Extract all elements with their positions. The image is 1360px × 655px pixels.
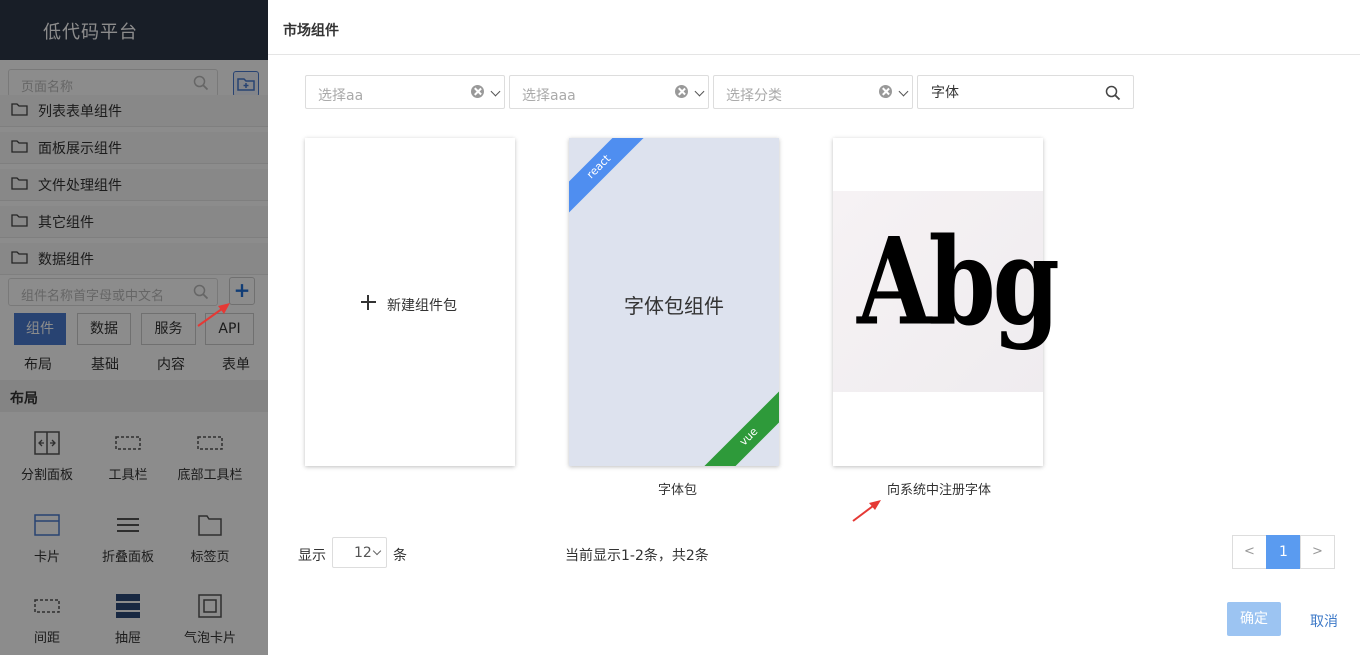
react-ribbon: react [569, 138, 660, 228]
keyword-search[interactable] [917, 75, 1134, 109]
font-preview-text: Abg [857, 211, 1060, 353]
chevron-down-icon [372, 546, 382, 556]
card-caption: 字体包 [658, 483, 698, 498]
dialog-header: 市场组件 [268, 0, 1360, 55]
show-label: 显示 [298, 548, 326, 564]
page-size-select[interactable]: 12 [332, 537, 387, 568]
clear-icon[interactable] [879, 85, 892, 98]
filter-select-aaa[interactable]: 选择aaa [509, 75, 709, 109]
unit-label: 条 [393, 548, 407, 564]
market-components-dialog: 市场组件 选择aa 选择aaa 选择分类 新建组件包 react 字体包组件 v… [268, 0, 1360, 655]
clear-icon[interactable] [471, 85, 484, 98]
page-size-value: 12 [354, 545, 372, 561]
plus-icon [361, 295, 376, 310]
clear-icon[interactable] [675, 85, 688, 98]
page-1-button[interactable]: 1 [1266, 535, 1301, 569]
filter-select-aa[interactable]: 选择aa [305, 75, 505, 109]
chevron-down-icon [694, 86, 705, 97]
annotation-arrow-icon [197, 303, 230, 327]
filter-select-category[interactable]: 选择分类 [713, 75, 913, 109]
vue-ribbon: vue [688, 376, 779, 466]
cancel-button[interactable]: 取消 [1310, 611, 1338, 631]
chevron-down-icon [490, 86, 501, 97]
font-package-card[interactable]: react 字体包组件 vue [569, 138, 779, 466]
dialog-title: 市场组件 [283, 23, 339, 39]
register-font-card[interactable]: Abg [833, 138, 1060, 466]
prev-page-button[interactable]: < [1232, 535, 1267, 569]
search-icon[interactable] [1105, 85, 1121, 101]
font-preview-image: Abg [833, 191, 1060, 392]
new-package-card[interactable]: 新建组件包 [305, 138, 515, 466]
card-title: 字体包组件 [624, 294, 724, 318]
new-package-label: 新建组件包 [387, 298, 457, 314]
filter-placeholder: 选择aaa [522, 88, 576, 104]
annotation-arrow-icon [852, 500, 881, 522]
next-page-button[interactable]: > [1300, 535, 1335, 569]
chevron-down-icon [898, 86, 909, 97]
card-caption: 向系统中注册字体 [887, 483, 992, 498]
page-info: 当前显示1-2条，共2条 [565, 548, 709, 564]
background-app: 低代码平台 页面名称 列表表单组件 面板展示组件 文件处理组件 其它组件 数据组… [0, 0, 268, 655]
keyword-search-input[interactable] [919, 77, 1099, 107]
filter-placeholder: 选择分类 [726, 88, 782, 104]
filter-placeholder: 选择aa [318, 88, 364, 104]
ok-button[interactable]: 确定 [1227, 602, 1281, 636]
